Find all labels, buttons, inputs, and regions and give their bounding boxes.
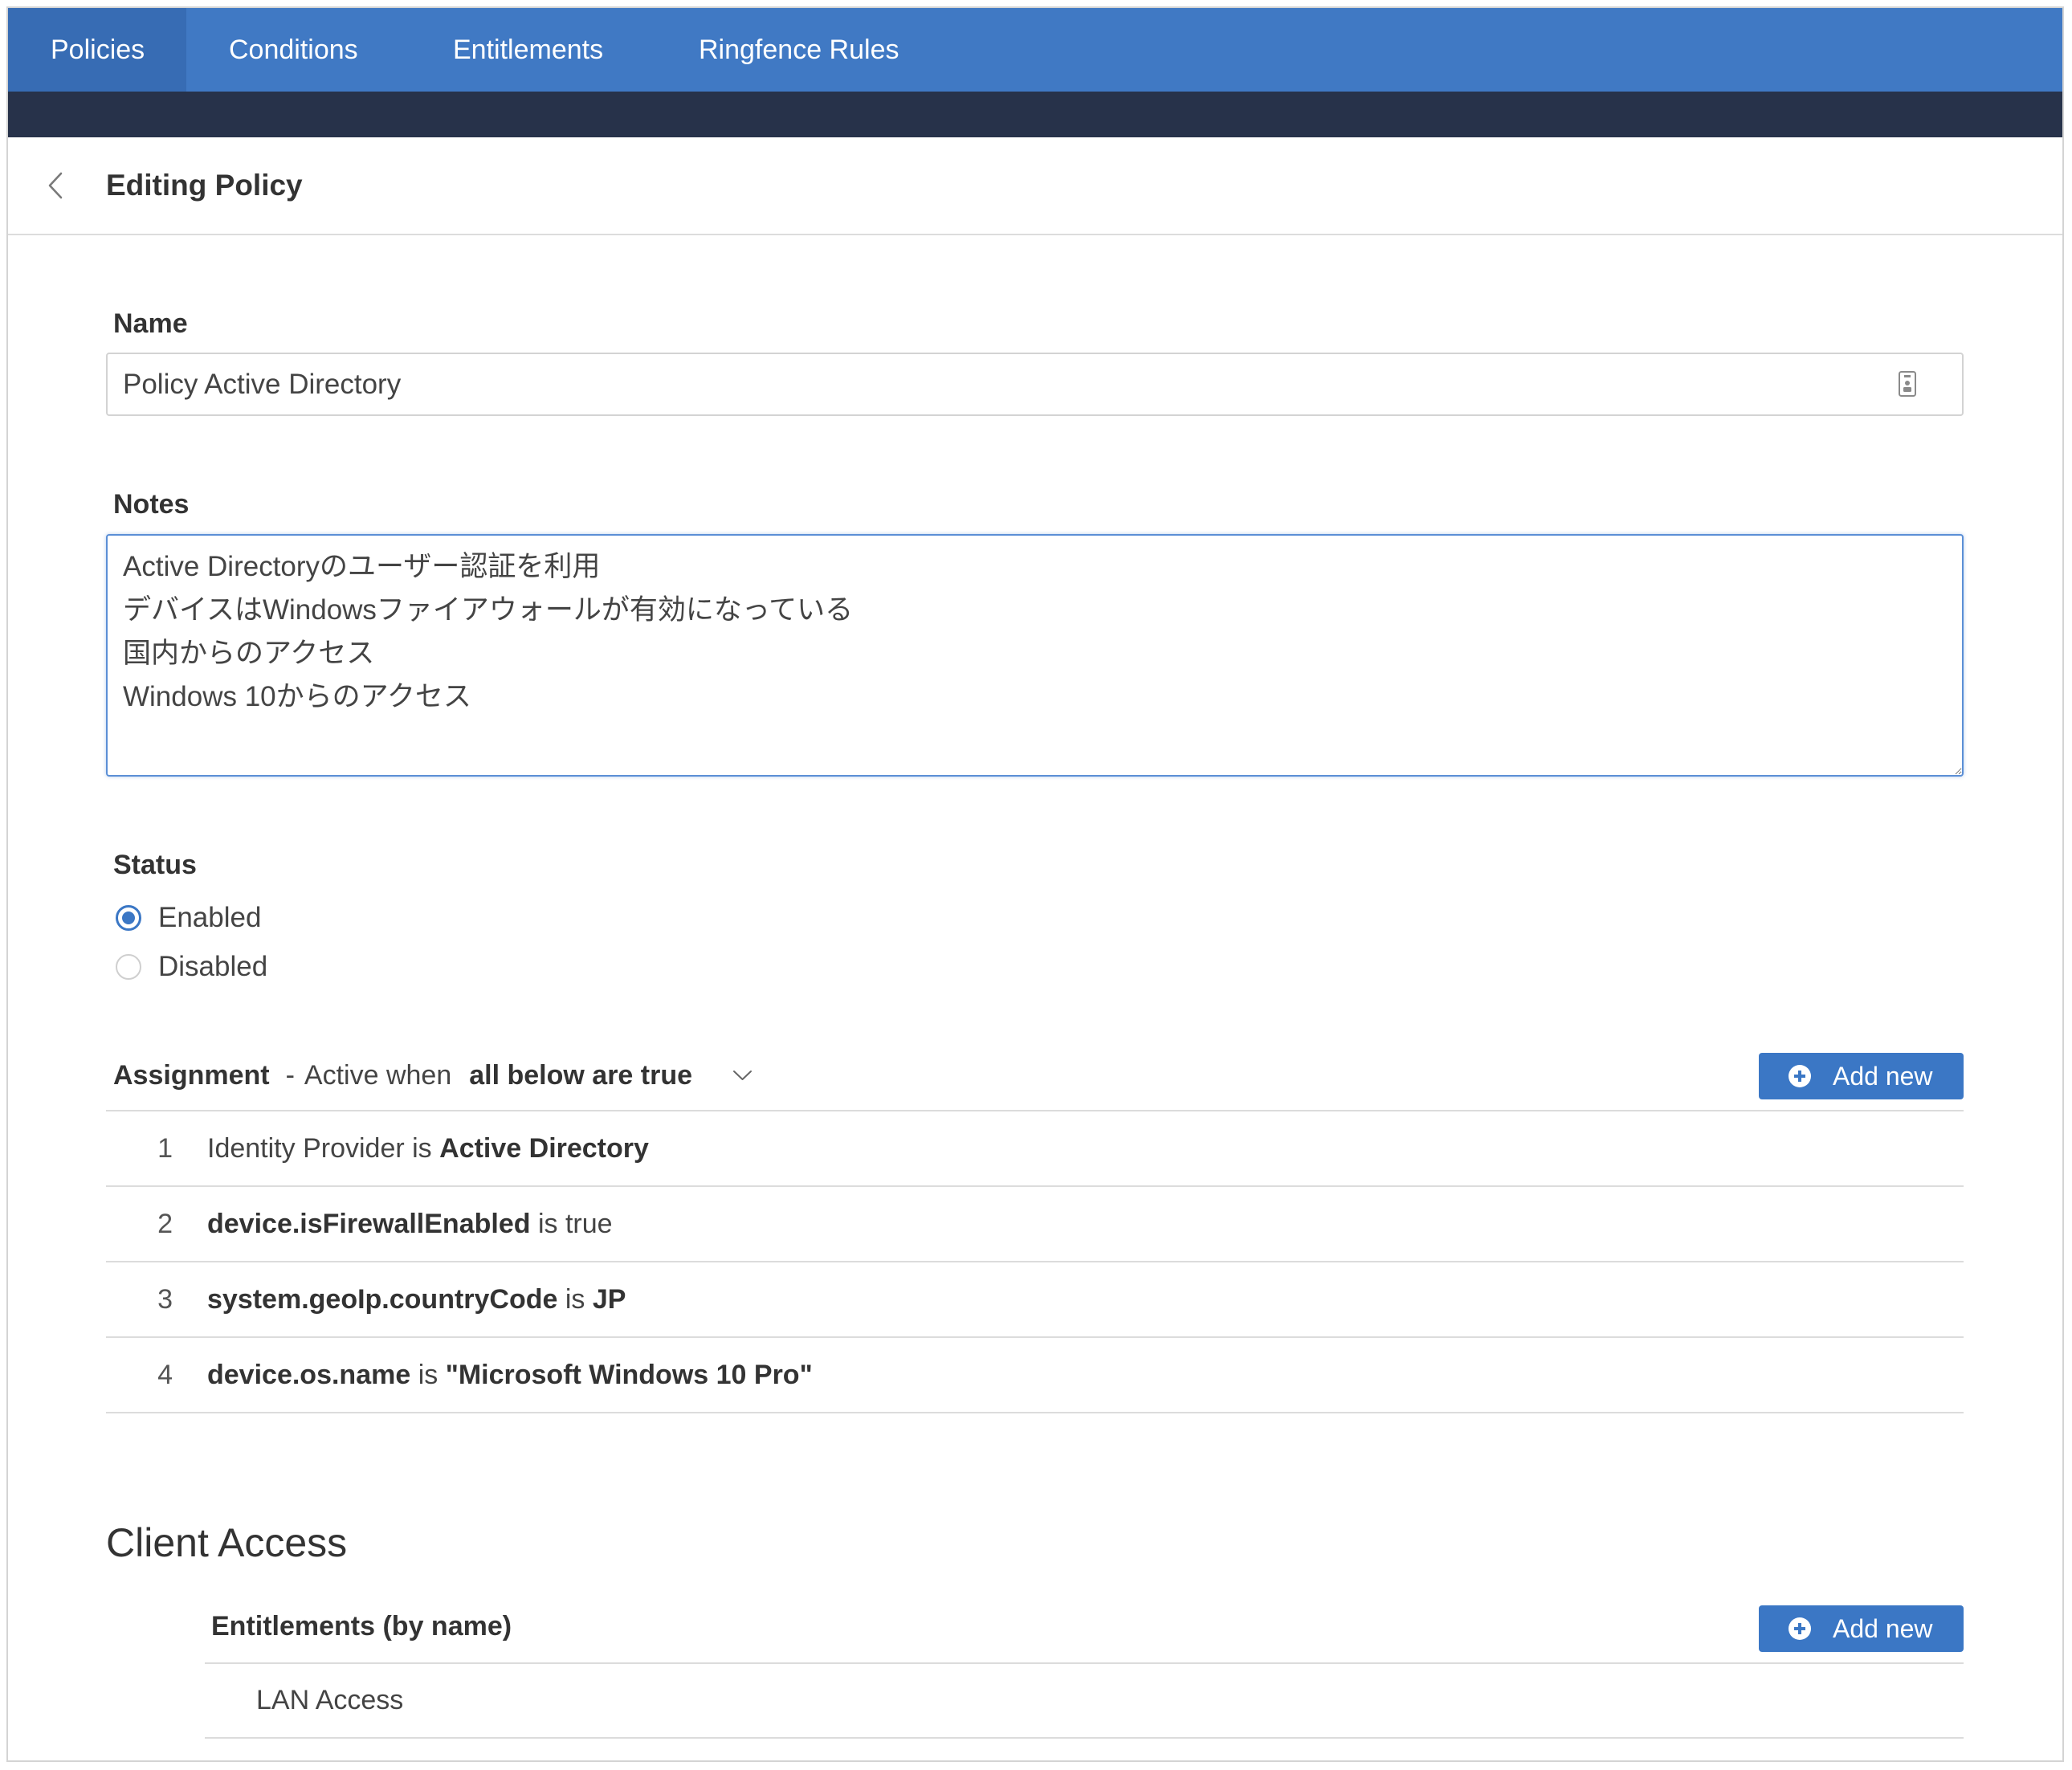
active-when-label: Active when: [304, 1060, 452, 1091]
condition-operator: is: [565, 1284, 585, 1315]
condition-operator: is: [418, 1360, 438, 1390]
condition-index: 4: [157, 1360, 173, 1390]
condition-row-4[interactable]: 4 device.os.name is "Microsoft Windows 1…: [106, 1338, 1964, 1413]
status-enabled-radio[interactable]: [116, 905, 141, 931]
status-disabled-option[interactable]: Disabled: [116, 951, 267, 983]
condition-row-3[interactable]: 3 system.geoIp.countryCode is JP: [106, 1262, 1964, 1338]
condition-list: 1 Identity Provider is Active Directory …: [106, 1110, 1964, 1413]
name-label: Name: [113, 308, 188, 339]
entitlement-name: LAN Access: [256, 1685, 404, 1715]
condition-index: 1: [157, 1133, 173, 1164]
condition-text: Identity Provider is Active Directory: [207, 1111, 649, 1185]
condition-subject: system.geoIp.countryCode: [207, 1284, 558, 1315]
name-input[interactable]: [106, 353, 1964, 416]
condition-text: system.geoIp.countryCode is JP: [207, 1262, 626, 1336]
app-window: Policies Conditions Entitlements Ringfen…: [6, 6, 2064, 1762]
assignment-mode-dropdown[interactable]: all below are true: [469, 1059, 753, 1091]
condition-index: 3: [157, 1284, 173, 1315]
status-enabled-option[interactable]: Enabled: [116, 902, 261, 934]
condition-subject: device.os.name: [207, 1360, 411, 1390]
add-condition-button[interactable]: Add new: [1759, 1053, 1964, 1099]
autofill-icon[interactable]: [1898, 370, 1917, 398]
status-disabled-label: Disabled: [158, 951, 268, 982]
condition-operator: is: [537, 1209, 558, 1239]
condition-text: device.isFirewallEnabled is true: [207, 1187, 613, 1261]
assignment-label: Assignment: [113, 1060, 270, 1091]
notes-textarea[interactable]: Active Directoryのユーザー認証を利用 デバイスはWindowsフ…: [106, 534, 1964, 777]
name-field-wrapper: [106, 353, 1964, 416]
tab-entitlements[interactable]: Entitlements: [410, 8, 656, 92]
page-header: Editing Policy: [8, 137, 2062, 235]
tab-policies[interactable]: Policies: [8, 8, 186, 92]
condition-index: 2: [157, 1209, 173, 1239]
plus-circle-icon: [1789, 1617, 1811, 1640]
tab-ringfence-rules[interactable]: Ringfence Rules: [656, 8, 940, 92]
client-access-title: Client Access: [106, 1520, 348, 1565]
condition-value: true: [565, 1209, 613, 1239]
condition-value: Active Directory: [439, 1133, 649, 1164]
condition-operator: is: [412, 1133, 432, 1164]
condition-subject: device.isFirewallEnabled: [207, 1209, 531, 1239]
condition-subject: Identity Provider: [207, 1133, 405, 1164]
condition-row-2[interactable]: 2 device.isFirewallEnabled is true: [106, 1187, 1964, 1262]
status-enabled-label: Enabled: [158, 902, 262, 933]
entitlement-row[interactable]: LAN Access: [205, 1664, 1964, 1739]
add-entitlement-button[interactable]: Add new: [1759, 1605, 1964, 1652]
status-disabled-radio[interactable]: [116, 954, 141, 980]
entitlements-label: Entitlements (by name): [211, 1611, 512, 1642]
status-label: Status: [113, 850, 197, 880]
chevron-left-icon[interactable]: [46, 171, 65, 200]
page-title: Editing Policy: [106, 169, 303, 202]
add-condition-button-label: Add new: [1833, 1061, 1933, 1091]
top-nav: Policies Conditions Entitlements Ringfen…: [8, 8, 2062, 92]
condition-text: device.os.name is "Microsoft Windows 10 …: [207, 1338, 813, 1412]
notes-label: Notes: [113, 489, 190, 520]
add-entitlement-button-label: Add new: [1833, 1613, 1933, 1643]
condition-value: JP: [592, 1284, 626, 1315]
plus-circle-icon: [1789, 1065, 1811, 1087]
assignment-separator: -: [285, 1060, 295, 1091]
nav-sub-band: [8, 92, 2062, 137]
condition-row-1[interactable]: 1 Identity Provider is Active Directory: [106, 1111, 1964, 1187]
entitlement-list: LAN Access: [205, 1662, 1964, 1739]
tab-conditions[interactable]: Conditions: [186, 8, 410, 92]
assignment-mode-value: all below are true: [469, 1060, 693, 1091]
assignment-header: Assignment - Active when all below are t…: [113, 1059, 753, 1091]
condition-value: "Microsoft Windows 10 Pro": [445, 1360, 813, 1390]
chevron-down-icon: [733, 1071, 753, 1080]
